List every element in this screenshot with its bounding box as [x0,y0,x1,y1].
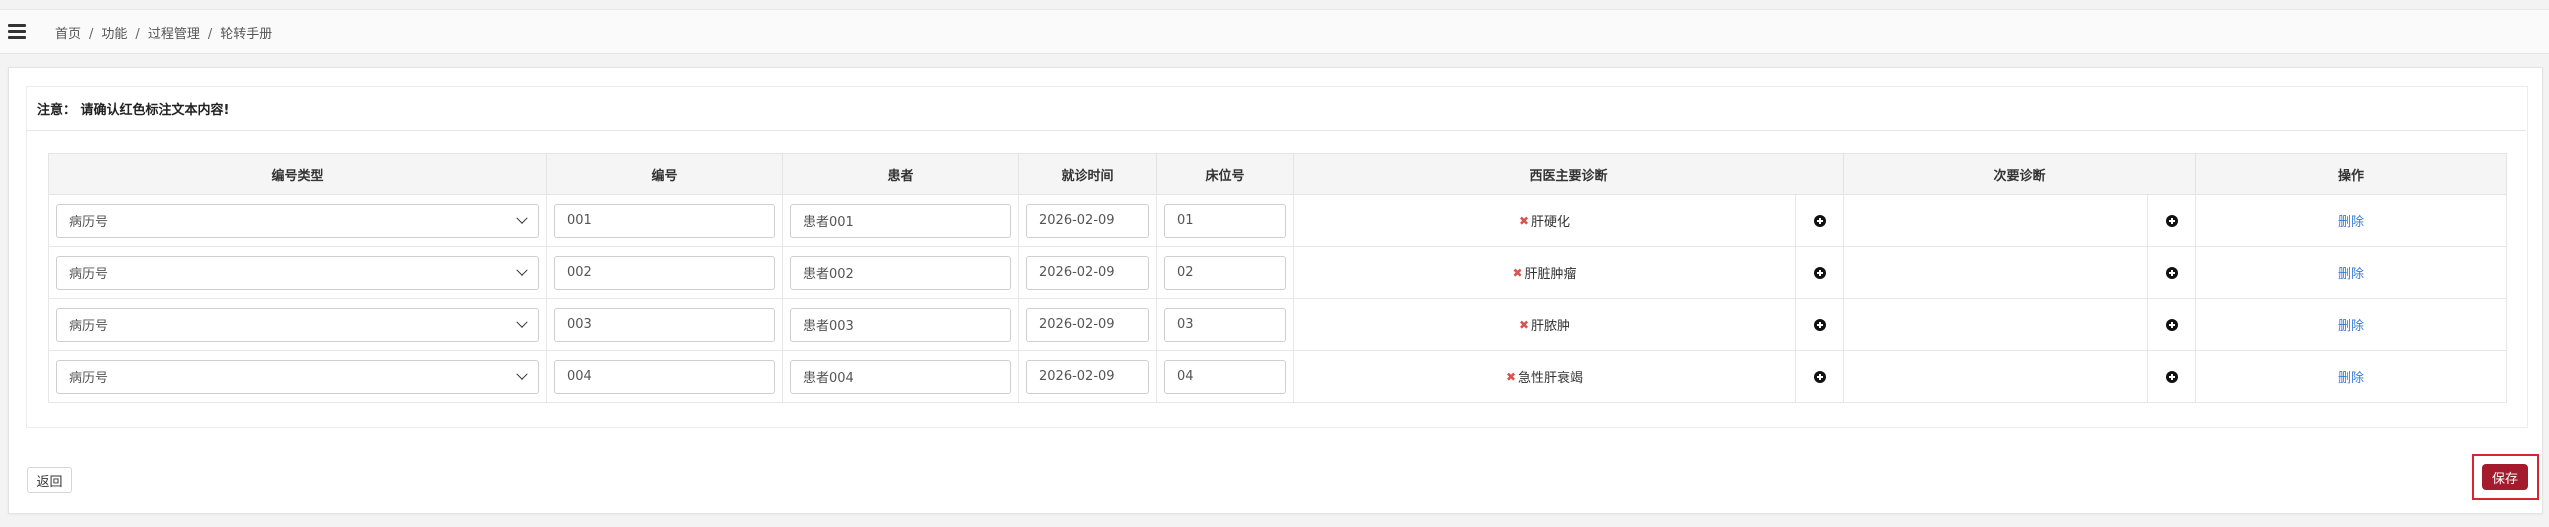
number-type-select[interactable]: 病历号 [56,255,539,290]
main-diagnosis-label: 肝脓肿 [1531,319,1571,334]
number-type-select[interactable]: 病历号 [56,203,539,238]
number-input[interactable]: 003 [554,307,775,342]
secondary-diagnosis-cell [1843,350,2149,403]
main-diagnosis-label: 急性肝衰竭 [1518,371,1584,386]
add-secondary-diagnosis-icon[interactable] [2165,370,2178,383]
breadcrumb-separator: / [207,27,213,42]
breadcrumb-function[interactable]: 功能 [101,27,127,42]
delete-link[interactable]: 删除 [2338,267,2364,282]
patient-input[interactable]: 患者002 [790,255,1011,290]
header-main-diagnosis: 西医主要诊断 [1292,153,1845,195]
breadcrumb-separator: / [89,27,94,42]
number-type-value: 病历号 [69,319,109,334]
chevron-down-icon [516,264,528,276]
table-row: 病历号 004 患者004 2026-02-09 04 ✖ 急性肝衰竭 删除 [48,350,2508,403]
main-diagnosis-tag: ✖ 急性肝衰竭 [1506,367,1584,387]
visit-date-input[interactable]: 2026-02-09 [1026,307,1149,342]
delete-link[interactable]: 删除 [2338,215,2364,230]
hamburger-menu-icon[interactable] [8,24,26,39]
delete-link[interactable]: 删除 [2338,319,2364,334]
number-type-value: 病历号 [69,215,109,230]
bed-number-input[interactable]: 04 [1164,359,1286,394]
breadcrumb-current: 轮转手册 [220,27,273,42]
main-diagnosis-label: 肝脏肿瘤 [1524,267,1577,282]
add-secondary-diagnosis-icon[interactable] [2165,318,2178,331]
visit-date-input[interactable]: 2026-02-09 [1026,359,1149,394]
bed-number-input[interactable]: 03 [1164,307,1286,342]
patient-input[interactable]: 患者001 [790,203,1011,238]
patient-input[interactable]: 患者003 [790,307,1011,342]
add-secondary-diagnosis-icon[interactable] [2165,214,2178,227]
chevron-down-icon [516,212,528,224]
header-patient: 患者 [782,153,1019,195]
main-diagnosis-tag: ✖ 肝脓肿 [1519,315,1571,335]
secondary-diagnosis-cell [1843,246,2149,299]
breadcrumb-process-management[interactable]: 过程管理 [148,27,200,42]
table-header-row: 编号类型 编号 患者 就诊时间 床位号 西医主要诊断 次要诊断 操作 [48,153,2508,195]
visit-date-input[interactable]: 2026-02-09 [1026,203,1149,238]
number-type-select[interactable]: 病历号 [56,359,539,394]
header-bed-number: 床位号 [1156,153,1294,195]
header-secondary-diagnosis: 次要诊断 [1843,153,2197,195]
table-row: 病历号 001 患者001 2026-02-09 01 ✖ 肝硬化 删除 [48,194,2508,247]
add-main-diagnosis-icon[interactable] [1813,370,1826,383]
save-button[interactable]: 保存 [2482,464,2528,490]
breadcrumb-separator: / [135,27,140,42]
main-panel: 注意： 请确认红色标注文本内容! 编号类型 编号 患者 就诊时间 床位号 西医主… [8,67,2543,514]
chevron-down-icon [516,368,528,380]
main-diagnosis-tag: ✖ 肝硬化 [1519,211,1571,231]
back-button[interactable]: 返回 [27,467,72,493]
breadcrumb: 首页 / 功能 / 过程管理 / 轮转手册 [55,23,272,42]
main-diagnosis-tag: ✖ 肝脏肿瘤 [1512,263,1577,283]
save-highlight: 保存 [2472,454,2539,500]
remove-diagnosis-icon[interactable]: ✖ [1519,318,1529,332]
secondary-diagnosis-cell [1843,194,2149,247]
bed-number-input[interactable]: 01 [1164,203,1286,238]
header-number-type: 编号类型 [48,153,547,195]
remove-diagnosis-icon[interactable]: ✖ [1512,266,1522,280]
number-type-value: 病历号 [69,267,109,282]
remove-diagnosis-icon[interactable]: ✖ [1519,214,1529,228]
top-bar: 首页 / 功能 / 过程管理 / 轮转手册 [0,9,2549,54]
number-type-value: 病历号 [69,371,109,386]
table-row: 病历号 003 患者003 2026-02-09 03 ✖ 肝脓肿 删除 [48,298,2508,351]
divider [26,130,2526,131]
number-input[interactable]: 001 [554,203,775,238]
add-main-diagnosis-icon[interactable] [1813,214,1826,227]
main-diagnosis-label: 肝硬化 [1531,215,1571,230]
bed-number-input[interactable]: 02 [1164,255,1286,290]
chevron-down-icon [516,316,528,328]
notice-text: 注意： 请确认红色标注文本内容! [37,103,230,118]
add-main-diagnosis-icon[interactable] [1813,266,1826,279]
number-input[interactable]: 004 [554,359,775,394]
header-number: 编号 [546,153,783,195]
breadcrumb-home[interactable]: 首页 [55,27,81,42]
table-row: 病历号 002 患者002 2026-02-09 02 ✖ 肝脏肿瘤 删除 [48,246,2508,299]
header-actions: 操作 [2195,153,2508,195]
rotation-table: 编号类型 编号 患者 就诊时间 床位号 西医主要诊断 次要诊断 操作 病历号 0… [48,153,2508,403]
delete-link[interactable]: 删除 [2338,371,2364,386]
remove-diagnosis-icon[interactable]: ✖ [1506,370,1516,384]
add-secondary-diagnosis-icon[interactable] [2165,266,2178,279]
add-main-diagnosis-icon[interactable] [1813,318,1826,331]
secondary-diagnosis-cell [1843,298,2149,351]
patient-input[interactable]: 患者004 [790,359,1011,394]
visit-date-input[interactable]: 2026-02-09 [1026,255,1149,290]
number-input[interactable]: 002 [554,255,775,290]
header-visit-time: 就诊时间 [1018,153,1157,195]
number-type-select[interactable]: 病历号 [56,307,539,342]
